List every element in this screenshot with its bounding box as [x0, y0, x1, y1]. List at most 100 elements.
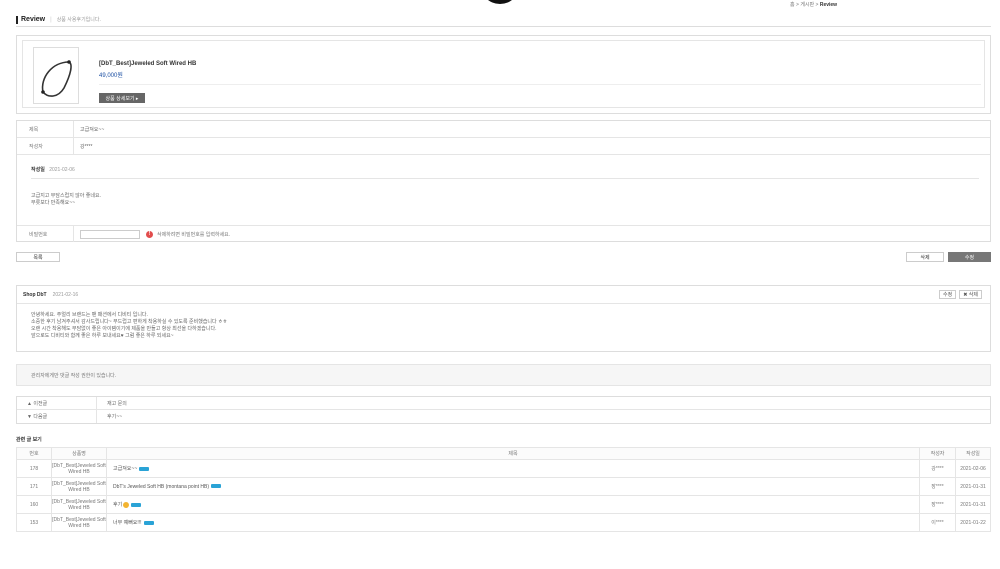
comment-header: Shop DbT 2021-02-16	[17, 286, 990, 304]
comment-author: Shop DbT	[23, 291, 47, 298]
prev-post-link[interactable]: 재고 문의	[97, 400, 127, 407]
comment-body: 안녕하세요. 주얼리 브랜드는 팬 패션에서 디비티 입니다. 소중한 후기 남…	[31, 312, 227, 340]
post-navigation: ▲ 이전글 재고 문의 ▼ 다음글 후기~~	[16, 396, 991, 424]
row-date: 2021-01-31	[955, 477, 991, 496]
breadcrumb-home[interactable]: 홈	[790, 2, 795, 8]
row-author: 이****	[919, 513, 956, 532]
date-value: 2021-02-06	[49, 167, 75, 173]
row-author: 장****	[919, 495, 956, 514]
header-product: 상품명	[51, 447, 107, 460]
prev-post-row[interactable]: ▲ 이전글 재고 문의	[17, 397, 990, 410]
divider	[99, 84, 981, 85]
header-author: 작성자	[919, 447, 956, 460]
review-body-line: 고급지고 부담스럽지 않아 좋네요.	[31, 193, 101, 199]
row-author: 강****	[919, 459, 956, 478]
breadcrumb-separator: >	[815, 2, 819, 8]
table-header-row: 번호 상품명 제목 작성자 작성일	[16, 447, 991, 460]
comment-line: 앞으로도 디비티와 함께 좋은 하루 보내세요♥ 그럼 좋은 하루 되세요~	[31, 333, 174, 339]
breadcrumb-board[interactable]: 게시판	[800, 2, 814, 8]
header-number: 번호	[16, 447, 52, 460]
row-product[interactable]: [DbT_Best]Jeweled Soft Wired HB	[51, 459, 107, 478]
comment-line: 소중한 후기 남겨주셔서 감사드립니다~ 부드럽고 편하게 착용하실 수 있도록…	[31, 319, 228, 325]
divider	[31, 178, 979, 179]
new-badge-icon	[139, 466, 150, 471]
list-button[interactable]: 목록	[16, 252, 60, 262]
comment-line: 안녕하세요. 주얼리 브랜드는 팬 패션에서 디비티 입니다.	[31, 312, 148, 318]
date-label: 작성일	[31, 167, 45, 173]
breadcrumb-separator: >	[796, 2, 799, 8]
comment-date: 2021-02-16	[52, 291, 79, 298]
related-posts-title: 관련 글 보기	[16, 437, 42, 443]
row-date: 2021-02-06	[955, 459, 991, 478]
comment-box: Shop DbT 2021-02-16 수정 ✖ 삭제 안녕하세요. 주얼리 브…	[16, 285, 991, 352]
product-info-box: [DbT_Best]Jeweled Soft Wired HB 49,000원 …	[16, 35, 991, 114]
next-post-row[interactable]: ▼ 다음글 후기~~	[17, 410, 990, 423]
warning-icon: !	[146, 230, 153, 238]
comment-delete-button[interactable]: ✖ 삭제	[959, 290, 982, 299]
necklace-image-icon	[41, 60, 72, 97]
row-title[interactable]: DbT's Jeweled Soft HB (montana point HB)	[113, 484, 209, 490]
review-body-line: 무릇보다 만족해요~~	[31, 200, 76, 206]
header-title: 제목	[106, 447, 920, 460]
row-number: 171	[16, 477, 52, 496]
table-row[interactable]: 153 [DbT_Best]Jeweled Soft Wired HB 너무 예…	[16, 513, 991, 532]
row-date: 2021-01-31	[955, 495, 991, 514]
table-row[interactable]: 160 [DbT_Best]Jeweled Soft Wired HB 후기 장…	[16, 495, 991, 514]
next-post-label: ▼ 다음글	[17, 410, 97, 423]
new-badge-icon	[211, 484, 221, 489]
row-title-cell[interactable]: 너무 예뻐요!!!	[106, 513, 920, 532]
row-title[interactable]: 후기	[113, 502, 122, 508]
new-badge-icon	[131, 502, 142, 507]
new-badge-icon	[143, 520, 154, 525]
row-product[interactable]: [DbT_Best]Jeweled Soft Wired HB	[51, 495, 107, 514]
row-number: 178	[16, 459, 52, 478]
author-row: 작성자 강****	[17, 138, 990, 155]
product-detail-button[interactable]: 상품 상세보기 ▸	[99, 93, 145, 103]
row-title-cell[interactable]: DbT's Jeweled Soft HB (montana point HB)	[106, 477, 920, 496]
row-title-cell[interactable]: 고급져요~~	[106, 459, 920, 478]
author-value: 강****	[80, 143, 93, 150]
prev-post-label: ▲ 이전글	[17, 397, 97, 409]
title-label: 제목	[17, 121, 74, 137]
password-label: 비밀번호	[17, 226, 74, 242]
row-product[interactable]: [DbT_Best]Jeweled Soft Wired HB	[51, 477, 107, 496]
product-price: 49,000원	[99, 73, 123, 79]
breadcrumb: 홈 > 게시판 > Review	[790, 1, 837, 8]
comment-permission-notice: 관리자에게만 댓글 작성 권한이 있습니다.	[16, 364, 991, 386]
comment-line: 오랜 시간 착용해도 부담없이 좋은 아이템이기에 제품을 만들고 항상 최선을…	[31, 326, 217, 332]
header-date: 작성일	[955, 447, 991, 460]
delete-button[interactable]: 삭제	[906, 252, 944, 262]
comment-edit-button[interactable]: 수정	[939, 290, 957, 299]
related-posts-table: 번호 상품명 제목 작성자 작성일 178 [DbT_Best]Jeweled …	[16, 447, 991, 532]
product-name[interactable]: [DbT_Best]Jeweled Soft Wired HB	[99, 61, 196, 67]
review-body: 고급지고 부담스럽지 않아 좋네요. 무릇보다 만족해요~~	[31, 193, 101, 207]
password-input[interactable]	[80, 229, 140, 239]
comment-actions: 수정 ✖ 삭제	[939, 290, 982, 299]
title-value: 고급져요~~	[80, 126, 105, 133]
row-title[interactable]: 너무 예뻐요!!!	[113, 520, 142, 526]
date-row: 작성일 2021-02-06	[31, 166, 75, 173]
row-product[interactable]: [DbT_Best]Jeweled Soft Wired HB	[51, 513, 107, 532]
row-title[interactable]: 고급져요~~	[113, 466, 137, 472]
row-number: 160	[16, 495, 52, 514]
product-info-inner: [DbT_Best]Jeweled Soft Wired HB 49,000원 …	[22, 40, 985, 108]
author-label: 작성자	[17, 138, 74, 154]
next-post-link[interactable]: 후기~~	[97, 413, 122, 420]
title-marker	[16, 15, 18, 24]
site-logo[interactable]	[480, 0, 520, 4]
page-header: Review | 상품 사용후기입니다.	[16, 13, 991, 27]
page-subtitle: 상품 사용후기입니다.	[56, 17, 101, 23]
table-row[interactable]: 178 [DbT_Best]Jeweled Soft Wired HB 고급져요…	[16, 459, 991, 478]
page-title: Review	[21, 16, 46, 23]
row-author: 장****	[919, 477, 956, 496]
table-row[interactable]: 171 [DbT_Best]Jeweled Soft Wired HB DbT'…	[16, 477, 991, 496]
review-view-box: 제목 고급져요~~ 작성자 강**** 작성일 2021-02-06 고급지고 …	[16, 120, 991, 242]
title-divider: |	[50, 16, 52, 23]
title-row: 제목 고급져요~~	[17, 121, 990, 138]
row-title-cell[interactable]: 후기	[106, 495, 920, 514]
row-date: 2021-01-22	[955, 513, 991, 532]
product-thumbnail[interactable]	[33, 47, 79, 104]
edit-button[interactable]: 수정	[948, 252, 991, 262]
password-row: 비밀번호 ! 삭제하려면 비밀번호를 입력하세요.	[17, 225, 990, 242]
breadcrumb-current: Review	[819, 2, 838, 8]
